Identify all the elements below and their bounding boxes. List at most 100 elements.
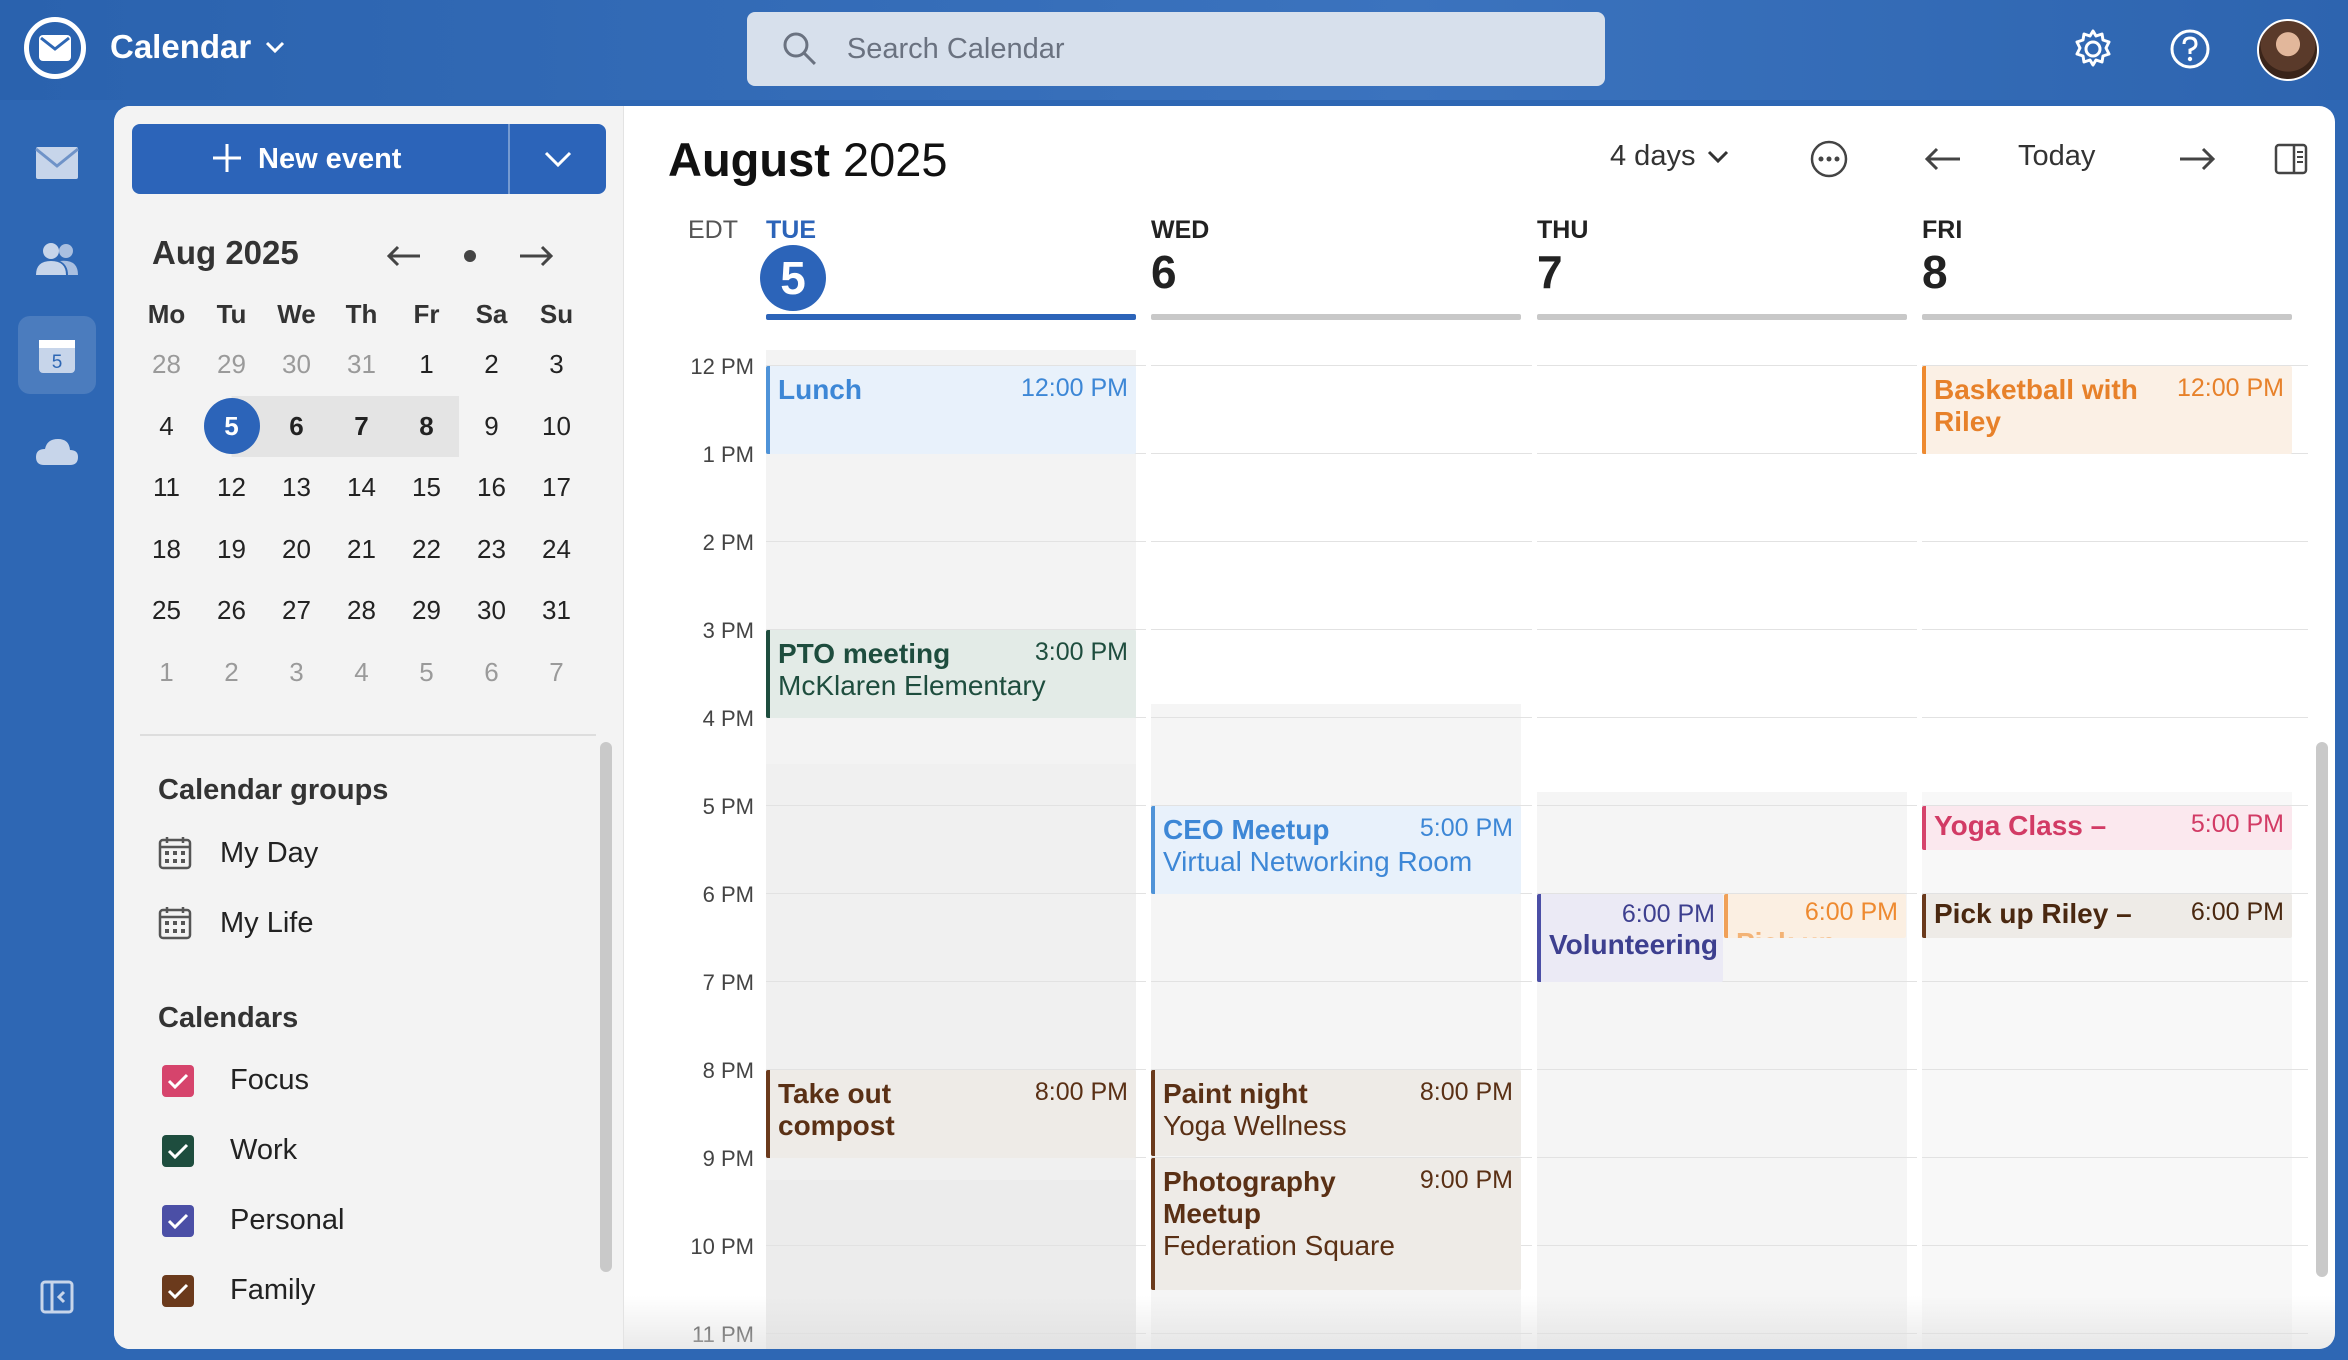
mini-day[interactable]: 4 — [134, 396, 199, 457]
event-take-out-compost[interactable]: Take out compost 8:00 PM — [766, 1070, 1136, 1158]
mini-day[interactable]: 6 — [459, 642, 524, 703]
mini-day[interactable]: 15 — [394, 457, 459, 518]
mini-day[interactable]: 17 — [524, 457, 589, 518]
mini-day[interactable]: 24 — [524, 519, 589, 580]
mini-day[interactable]: 2 — [199, 642, 264, 703]
checkbox-checked-icon[interactable] — [162, 1064, 194, 1097]
day-column-tue[interactable] — [766, 320, 1136, 1349]
mini-day[interactable]: 19 — [199, 519, 264, 580]
next-arrow-icon[interactable] — [2174, 136, 2220, 182]
new-event-button[interactable]: New event — [132, 124, 508, 194]
toggle-side-panel-icon[interactable] — [2268, 136, 2314, 182]
mini-day[interactable]: 11 — [134, 457, 199, 518]
weekday-header: We — [277, 298, 316, 329]
event-yoga-class[interactable]: Yoga Class – 5:00 PM — [1922, 806, 2292, 850]
mini-day-selected[interactable]: 6 — [264, 395, 329, 457]
mini-day-selected[interactable]: 8 — [394, 395, 459, 457]
mini-day[interactable]: 1 — [394, 334, 459, 395]
mini-day[interactable]: 30 — [459, 580, 524, 641]
collapse-rail-icon[interactable] — [18, 1258, 96, 1336]
day-name: THU — [1537, 216, 1589, 244]
calendar-item-personal[interactable]: Personal — [162, 1204, 344, 1237]
weekday-header: Su — [539, 298, 574, 329]
calendar-item-family[interactable]: Family — [162, 1274, 315, 1307]
event-ceo-meetup[interactable]: CEO Meetup 5:00 PM Virtual Networking Ro… — [1151, 806, 1521, 894]
day-header-thu[interactable]: THU 7 — [1537, 216, 1907, 295]
day-column-thu[interactable] — [1537, 320, 1907, 1349]
group-item-my-life[interactable]: My Life — [158, 906, 313, 940]
mini-day[interactable]: 29 — [394, 580, 459, 641]
mini-day[interactable]: 31 — [329, 334, 394, 395]
mini-day[interactable]: 7 — [524, 642, 589, 703]
checkbox-checked-icon[interactable] — [162, 1204, 194, 1237]
mini-day[interactable]: 27 — [264, 580, 329, 641]
calendar-scrollbar[interactable] — [2316, 742, 2328, 1277]
search-box[interactable] — [747, 12, 1605, 86]
help-icon[interactable] — [2163, 22, 2217, 76]
search-input[interactable] — [846, 32, 1605, 66]
app-switcher[interactable]: Calendar — [110, 28, 285, 66]
event-lunch[interactable]: Lunch 12:00 PM — [766, 366, 1136, 454]
mini-day[interactable]: 21 — [329, 519, 394, 580]
day-header-wed[interactable]: WED 6 — [1151, 216, 1521, 295]
contacts-icon[interactable] — [18, 220, 96, 298]
previous-arrow-icon[interactable] — [1920, 136, 1966, 182]
mini-day[interactable]: 16 — [459, 457, 524, 518]
calendar-item-work[interactable]: Work — [162, 1134, 297, 1167]
mini-day[interactable]: 3 — [524, 334, 589, 395]
event-volunteering[interactable]: 6:00 PM Volunteering — [1537, 894, 1723, 982]
app-logo-icon — [24, 17, 86, 79]
avatar[interactable] — [2257, 19, 2319, 81]
group-item-label: My Life — [220, 906, 314, 939]
event-basketball-with-riley[interactable]: Basketball with Riley 12:00 PM — [1922, 366, 2292, 454]
calendar-icon[interactable]: 5 — [18, 316, 96, 394]
day-header-fri[interactable]: FRI 8 — [1922, 216, 2292, 295]
mail-icon[interactable] — [18, 124, 96, 202]
mini-day[interactable]: 30 — [264, 334, 329, 395]
day-header-tue[interactable]: TUE 5 — [760, 216, 1136, 311]
mini-day[interactable]: 28 — [134, 334, 199, 395]
mini-day[interactable]: 12 — [199, 457, 264, 518]
today-button[interactable]: Today — [2018, 140, 2095, 173]
mini-day[interactable]: 4 — [329, 642, 394, 703]
event-pto-meeting[interactable]: PTO meeting 3:00 PM McKlaren Elementary — [766, 630, 1136, 718]
mini-day[interactable]: 13 — [264, 457, 329, 518]
more-options-icon[interactable] — [1806, 136, 1852, 182]
mini-day[interactable]: 14 — [329, 457, 394, 518]
mini-day[interactable]: 22 — [394, 519, 459, 580]
mini-prev-month-icon[interactable] — [382, 234, 426, 278]
new-event-label: New event — [258, 142, 402, 175]
mini-day[interactable]: 31 — [524, 580, 589, 641]
mini-day[interactable]: 18 — [134, 519, 199, 580]
cloud-icon[interactable] — [18, 412, 96, 490]
mini-day[interactable]: 2 — [459, 334, 524, 395]
mini-day[interactable]: 20 — [264, 519, 329, 580]
view-range-select[interactable]: 4 days — [1610, 140, 1729, 173]
mini-day[interactable]: 10 — [524, 396, 589, 457]
view-range-label: 4 days — [1610, 140, 1696, 172]
mini-next-month-icon[interactable] — [514, 234, 558, 278]
mini-day[interactable]: 23 — [459, 519, 524, 580]
mini-day[interactable]: 25 — [134, 580, 199, 641]
calendar-item-focus[interactable]: Focus — [162, 1064, 309, 1097]
event-pick-up[interactable]: 6:00 PM Pick up — [1724, 894, 1906, 938]
mini-day[interactable]: 28 — [329, 580, 394, 641]
mini-day-selected[interactable]: 7 — [329, 395, 394, 457]
new-event-dropdown[interactable] — [508, 124, 606, 194]
mini-today-dot-icon[interactable] — [448, 234, 492, 278]
event-photography-meetup[interactable]: Photography Meetup 9:00 PM Federation Sq… — [1151, 1158, 1521, 1290]
sidebar-scrollbar[interactable] — [600, 742, 612, 1272]
mini-day[interactable]: 26 — [199, 580, 264, 641]
group-item-my-day[interactable]: My Day — [158, 836, 318, 870]
mini-day[interactable]: 1 — [134, 642, 199, 703]
mini-day[interactable]: 9 — [459, 396, 524, 457]
settings-gear-icon[interactable] — [2066, 22, 2120, 76]
checkbox-checked-icon[interactable] — [162, 1134, 194, 1167]
checkbox-checked-icon[interactable] — [162, 1274, 194, 1307]
event-paint-night[interactable]: Paint night 8:00 PM Yoga Wellness — [1151, 1070, 1521, 1156]
mini-day-today[interactable]: 5 — [199, 395, 264, 457]
event-pick-up-riley[interactable]: Pick up Riley – 6:00 PM — [1922, 894, 2292, 938]
mini-day[interactable]: 5 — [394, 642, 459, 703]
mini-day[interactable]: 29 — [199, 334, 264, 395]
mini-day[interactable]: 3 — [264, 642, 329, 703]
